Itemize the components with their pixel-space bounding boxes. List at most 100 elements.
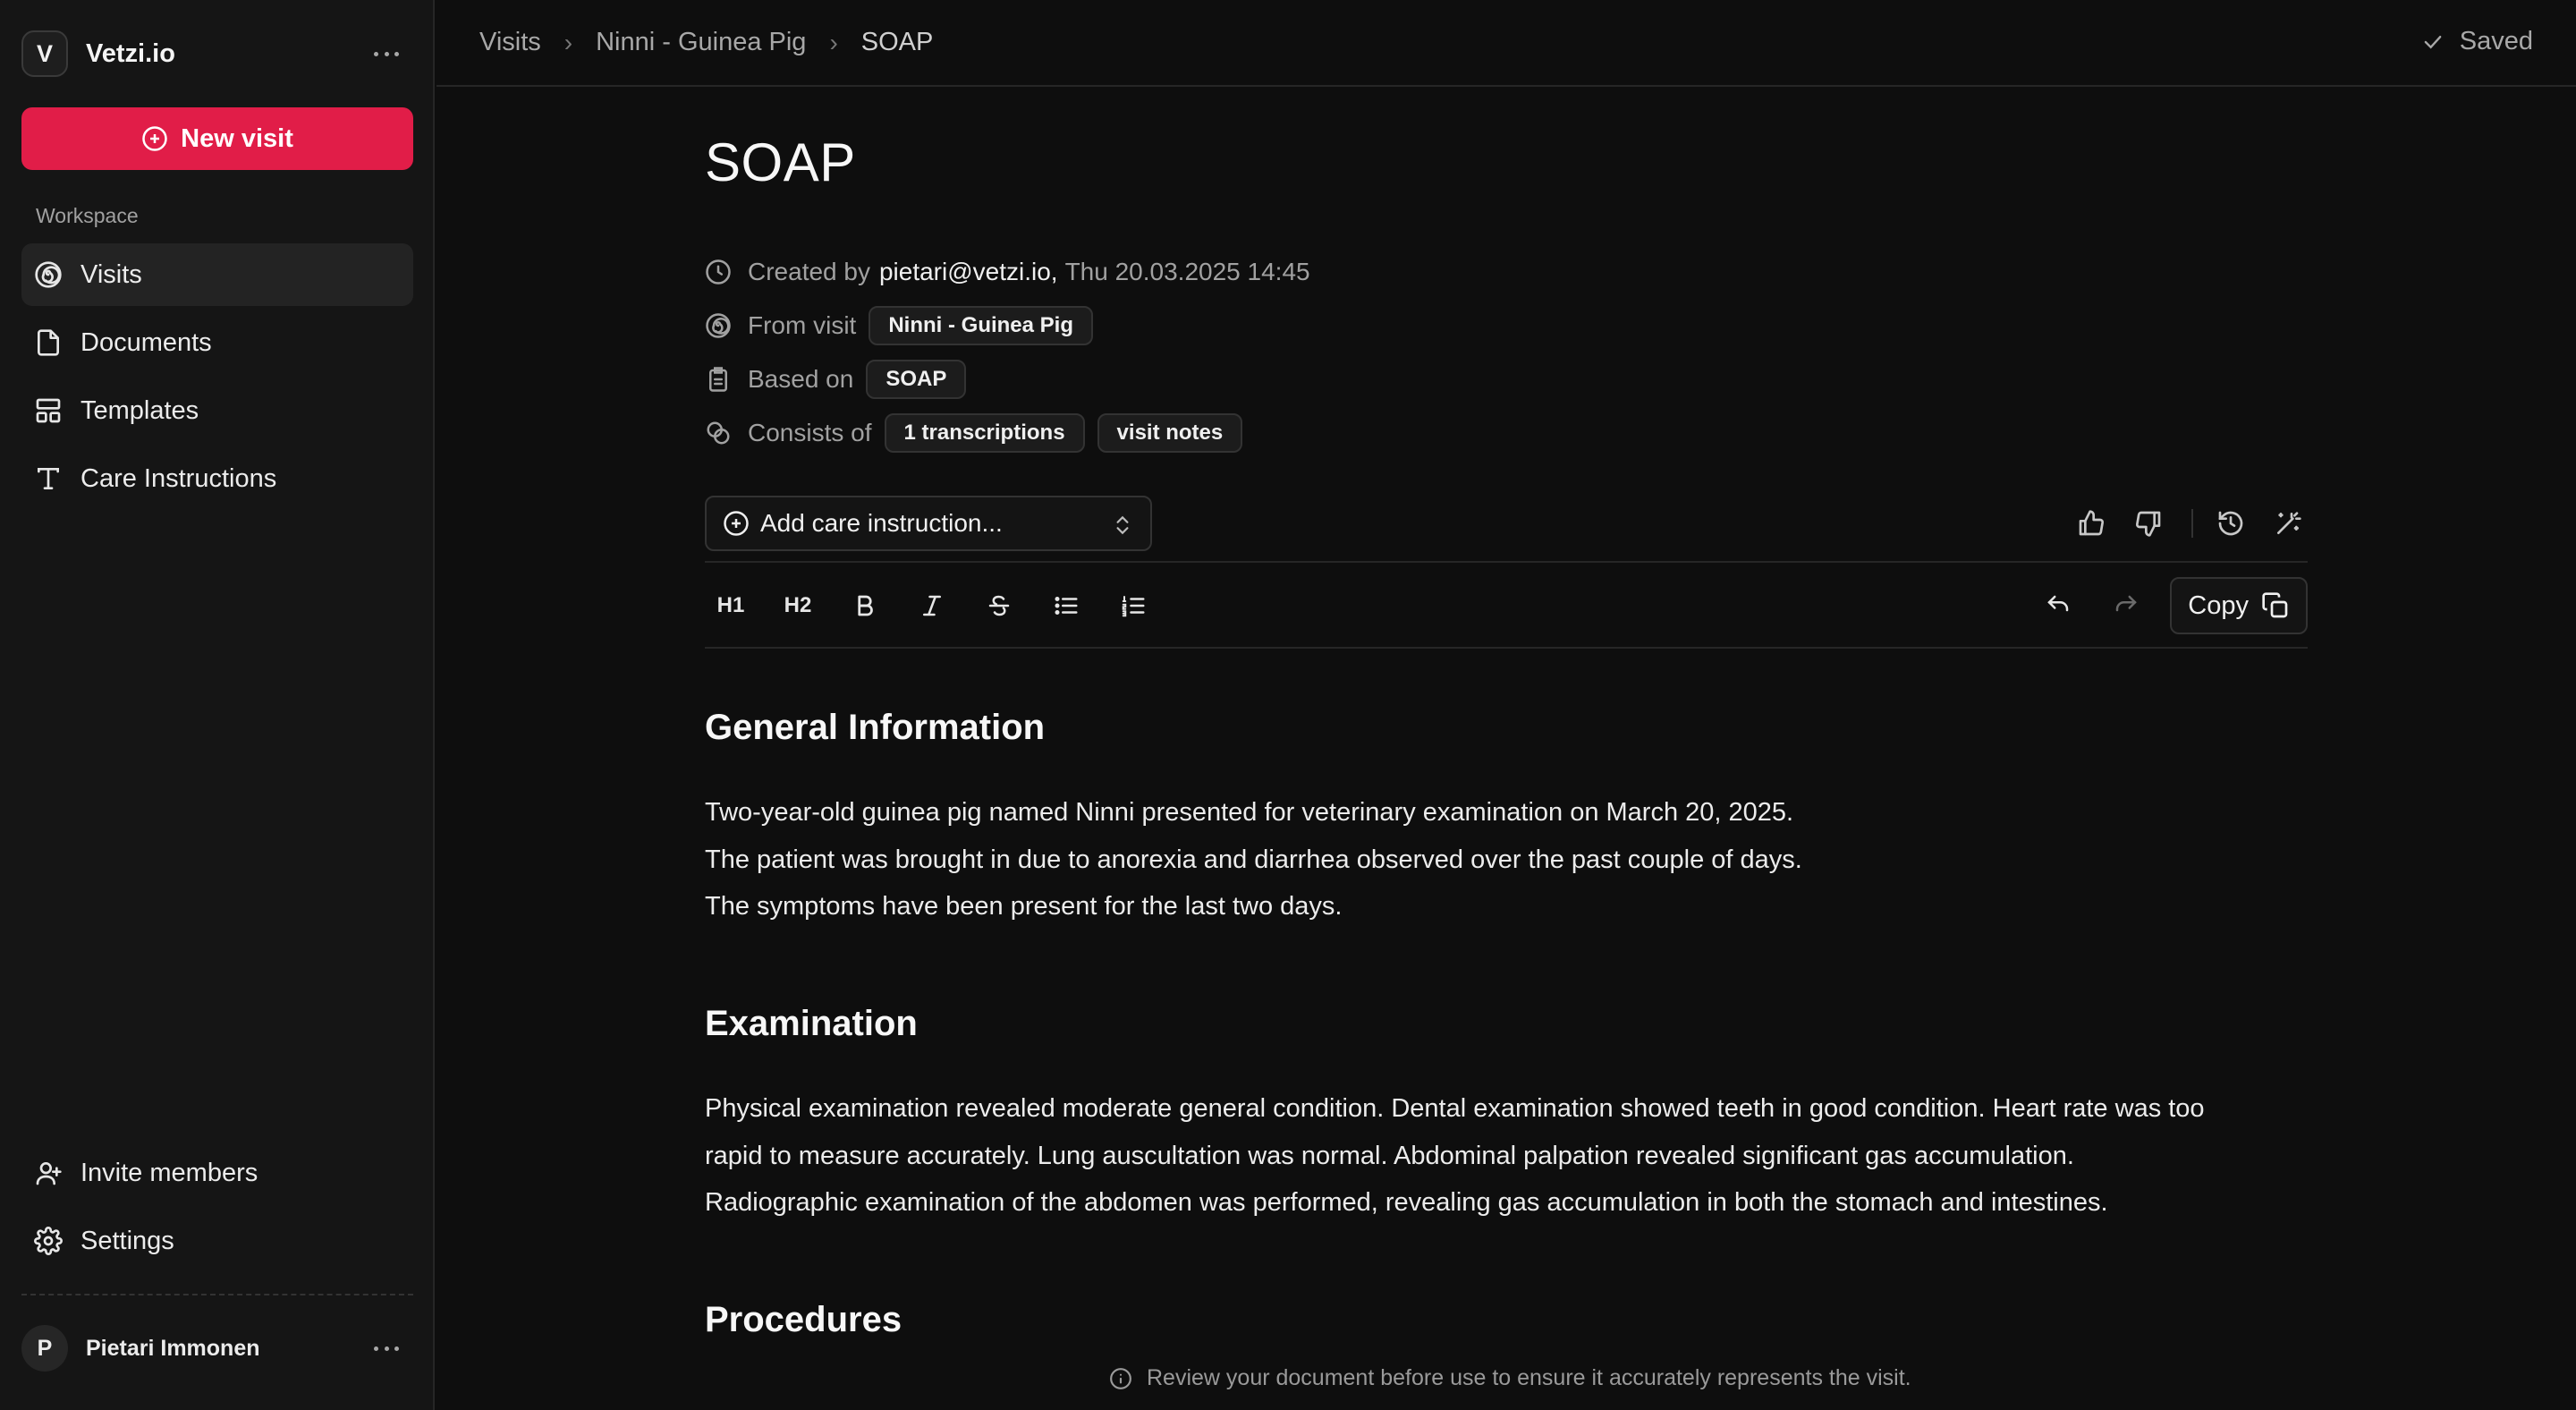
based-on-chip[interactable]: SOAP [866, 360, 967, 399]
workspace-name: Vetzi.io [86, 38, 175, 68]
meta-consists-label: Consists of [748, 419, 872, 446]
chevrons-up-down-icon [1116, 515, 1129, 535]
sidebar-item-label: Invite members [80, 1158, 258, 1187]
section-heading[interactable]: Examination [705, 1004, 918, 1044]
section-heading[interactable]: General Information [705, 708, 1045, 748]
meta-based-on: Based on SOAP [705, 358, 967, 401]
workspace-switcher[interactable]: V Vetzi.io [21, 30, 415, 77]
section-line[interactable]: rapid to measure accurately. Lung auscul… [705, 1133, 2308, 1180]
clock-icon [706, 259, 731, 285]
section-heading[interactable]: Procedures [705, 1300, 902, 1340]
type-icon [38, 468, 59, 489]
meta-created-prefix: Created by [748, 258, 870, 285]
info-icon [1110, 1367, 1131, 1389]
bold-icon [858, 595, 873, 616]
meta-from-visit-label: From visit [748, 311, 857, 339]
breadcrumb-visits[interactable]: Visits [479, 28, 541, 57]
undo-icon [2047, 595, 2069, 612]
review-disclaimer: Review your document before use to ensur… [1109, 1365, 1911, 1391]
sidebar-divider [21, 1294, 413, 1295]
meta-consists-of: Consists of 1 transcriptions visit notes [705, 412, 1243, 454]
copy-icon [2262, 592, 2288, 618]
section-line[interactable]: Two-year-old guinea pig named Ninni pres… [705, 789, 2308, 837]
bullet-list-button[interactable] [1040, 582, 1092, 629]
magic-wand-icon[interactable] [2268, 504, 2308, 543]
add-care-instruction-select[interactable]: Add care instruction... [705, 496, 1152, 551]
user-name: Pietari Immonen [86, 1335, 260, 1361]
save-status: Saved [2420, 27, 2533, 56]
file-icon [38, 329, 59, 356]
sidebar-item-label: Care Instructions [80, 463, 277, 493]
plus-circle-icon [142, 126, 167, 151]
disclaimer-text: Review your document before use to ensur… [1147, 1365, 1911, 1390]
visit-notes-chip[interactable]: visit notes [1097, 413, 1243, 453]
new-visit-button[interactable]: New visit [21, 107, 413, 170]
spiral-icon [35, 261, 62, 288]
copy-button[interactable]: Copy [2170, 577, 2308, 634]
topbar: Visits › Ninni - Guinea Pig › SOAP Saved [436, 0, 2576, 87]
history-icon[interactable] [2211, 504, 2250, 543]
avatar: P [21, 1325, 68, 1372]
save-status-label: Saved [2459, 27, 2533, 55]
chevron-right-icon: › [564, 28, 573, 56]
sidebar-item-templates[interactable]: Templates [21, 379, 413, 442]
workspace-avatar: V [21, 30, 68, 77]
transcriptions-chip[interactable]: 1 transcriptions [884, 413, 1085, 453]
heading-1-button[interactable]: H1 [705, 582, 757, 629]
breadcrumb-visit[interactable]: Ninni - Guinea Pig [596, 28, 806, 57]
meta-created-at: Thu 20.03.2025 14:45 [1064, 258, 1310, 285]
clipboard-icon [709, 367, 727, 392]
user-menu[interactable]: P Pietari Immonen [21, 1322, 415, 1374]
sidebar-item-label: Templates [80, 395, 199, 425]
breadcrumb-current: SOAP [860, 28, 934, 56]
new-visit-label: New visit [181, 123, 293, 153]
layout-icon [36, 398, 61, 423]
undo-button[interactable] [2032, 582, 2084, 629]
strikethrough-icon [988, 595, 1010, 616]
numbered-list-icon [1122, 596, 1145, 617]
sidebar-item-documents[interactable]: Documents [21, 311, 413, 374]
workspace-section-label: Workspace [36, 204, 139, 227]
section-line[interactable]: The patient was brought in due to anorex… [705, 837, 2308, 884]
workspace-menu-icon[interactable] [369, 43, 404, 64]
meta-based-on-label: Based on [748, 365, 854, 393]
sidebar-item-settings[interactable]: Settings [21, 1210, 413, 1272]
numbered-list-button[interactable] [1107, 582, 1159, 629]
spiral-icon [706, 313, 731, 338]
thumbs-down-icon[interactable] [2129, 504, 2168, 543]
heading-2-button[interactable]: H2 [772, 582, 824, 629]
strikethrough-button[interactable] [973, 582, 1025, 629]
thumbs-up-icon[interactable] [2072, 504, 2111, 543]
section-line[interactable]: Radiographic examination of the abdomen … [705, 1179, 2308, 1227]
sidebar-item-label: Settings [80, 1226, 174, 1255]
bold-button[interactable] [839, 582, 891, 629]
meta-created-by: pietari@vetzi.io, [878, 258, 1058, 285]
sidebar-item-care-instructions[interactable]: Care Instructions [21, 447, 413, 510]
feedback-actions [2054, 504, 2308, 543]
meta-from-visit: From visit Ninni - Guinea Pig [705, 304, 1093, 347]
copy-label: Copy [2188, 590, 2249, 620]
from-visit-chip[interactable]: Ninni - Guinea Pig [869, 306, 1093, 345]
page-title[interactable]: SOAP [705, 132, 856, 193]
editor-toolbar: H1 H2 Copy [705, 561, 2308, 649]
gear-icon [34, 1227, 63, 1255]
redo-button[interactable] [2100, 582, 2152, 629]
sidebar: V Vetzi.io New visit Workspace Visits Do… [0, 0, 435, 1410]
section-line[interactable]: Physical examination revealed moderate g… [705, 1085, 2308, 1133]
italic-icon [923, 595, 941, 616]
italic-button[interactable] [906, 582, 958, 629]
care-select-placeholder: Add care instruction... [760, 509, 1003, 537]
user-menu-icon[interactable] [369, 1338, 404, 1359]
sidebar-item-label: Visits [80, 259, 142, 289]
sidebar-item-invite-members[interactable]: Invite members [21, 1142, 413, 1204]
meta-created: Created by pietari@vetzi.io, Thu 20.03.2… [705, 251, 1310, 293]
bullet-list-icon [1055, 597, 1078, 615]
chevron-right-icon: › [829, 28, 838, 56]
breadcrumb: Visits › Ninni - Guinea Pig › SOAP [479, 28, 933, 57]
link-circles-icon [707, 421, 730, 445]
plus-circle-icon [724, 511, 749, 536]
heading-1-label: H1 [716, 593, 745, 617]
check-icon [2424, 35, 2442, 49]
section-line[interactable]: The symptoms have been present for the l… [705, 883, 2308, 930]
sidebar-item-visits[interactable]: Visits [21, 243, 413, 306]
